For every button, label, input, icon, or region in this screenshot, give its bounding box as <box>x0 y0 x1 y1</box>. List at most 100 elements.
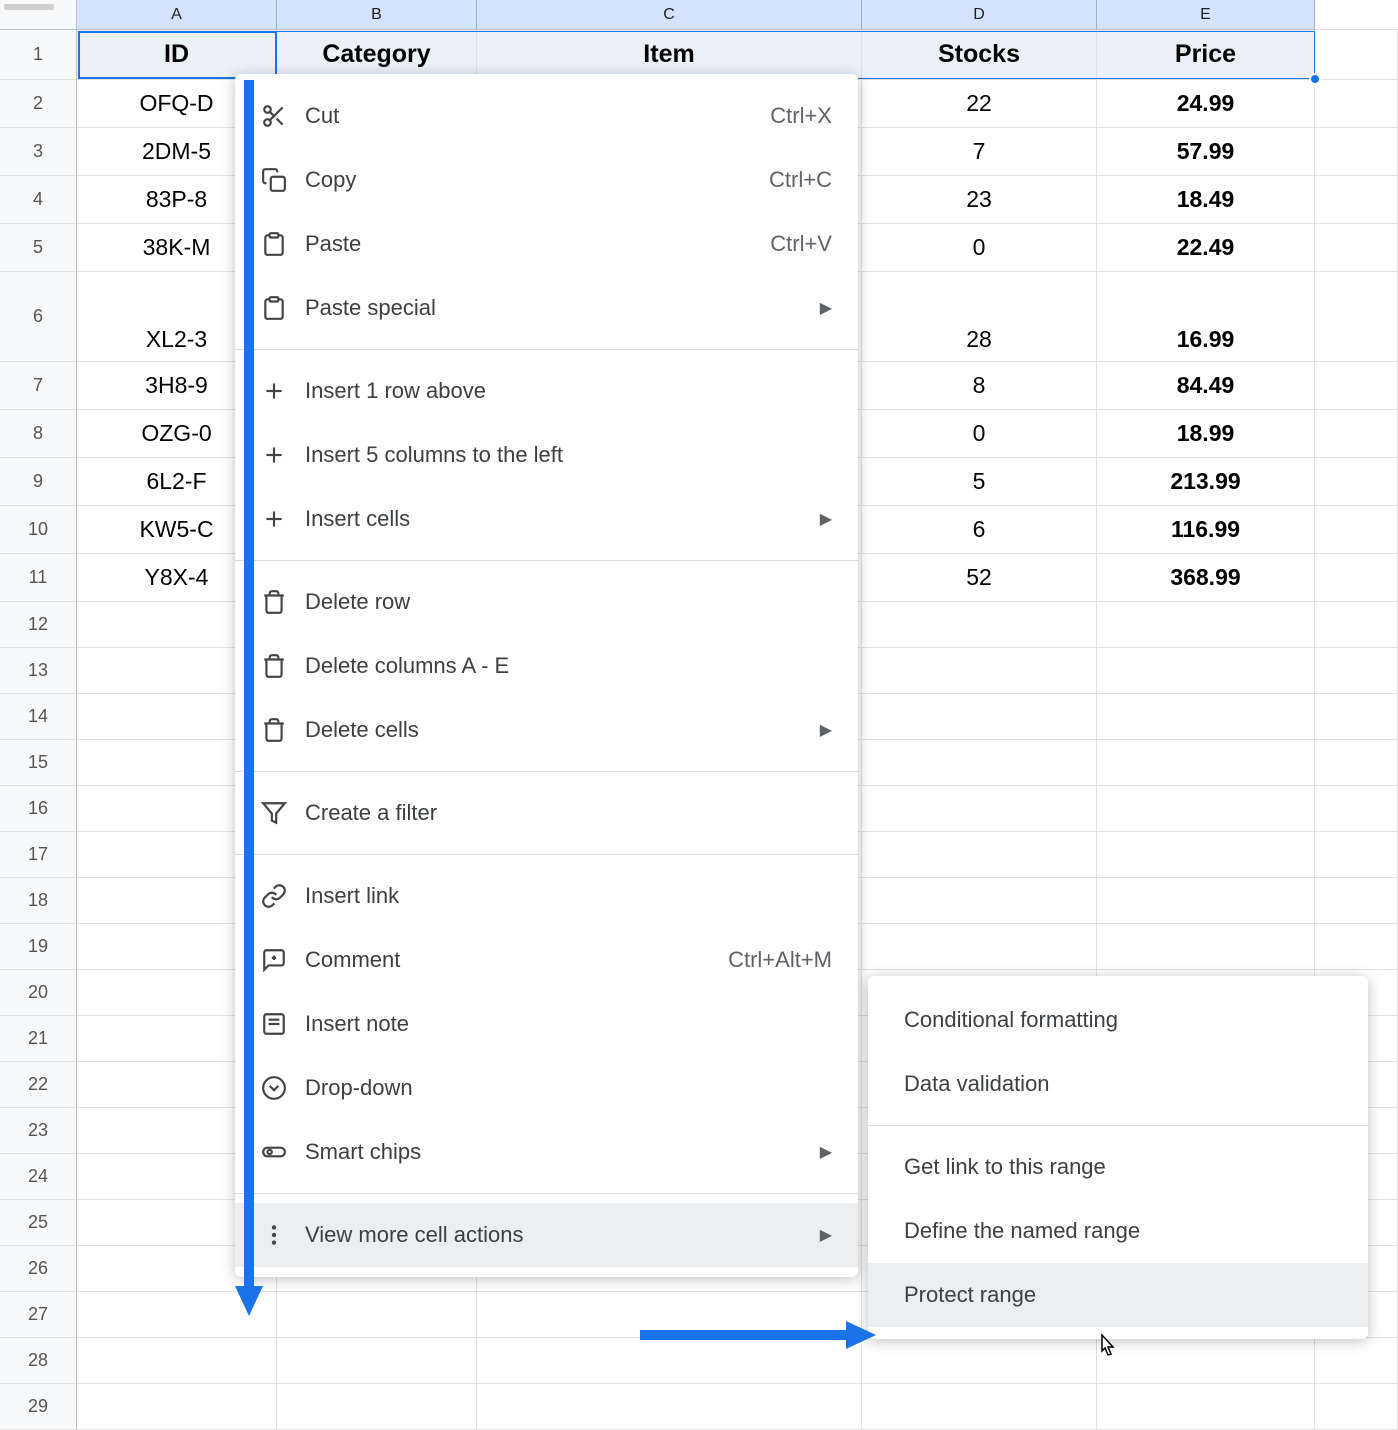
cell-D6[interactable]: 28 <box>862 272 1097 362</box>
row-header-18[interactable]: 18 <box>0 878 77 924</box>
menu-separator <box>235 771 858 772</box>
row-header-8[interactable]: 8 <box>0 410 77 458</box>
menu-cut[interactable]: Cut Ctrl+X <box>235 84 858 148</box>
cell-D7[interactable]: 8 <box>862 362 1097 410</box>
row-header-17[interactable]: 17 <box>0 832 77 878</box>
header-id[interactable]: ID <box>77 30 277 80</box>
cell-E2[interactable]: 24.99 <box>1097 80 1315 128</box>
submenu-more-actions: Conditional formatting Data validation G… <box>868 976 1368 1339</box>
row-header-9[interactable]: 9 <box>0 458 77 506</box>
submenu-get-link[interactable]: Get link to this range <box>868 1135 1368 1199</box>
menu-copy[interactable]: Copy Ctrl+C <box>235 148 858 212</box>
row-header-4[interactable]: 4 <box>0 176 77 224</box>
menu-separator <box>235 560 858 561</box>
row-header-10[interactable]: 10 <box>0 506 77 554</box>
row-header-27[interactable]: 27 <box>0 1292 77 1338</box>
menu-more-actions[interactable]: View more cell actions ▶ <box>235 1203 858 1267</box>
trash-icon <box>261 717 305 743</box>
clipboard-icon <box>261 231 305 257</box>
context-menu: Cut Ctrl+X Copy Ctrl+C Paste Ctrl+V Past… <box>235 74 858 1277</box>
row-header-1[interactable]: 1 <box>0 30 77 80</box>
row-29: 29 <box>0 1384 1398 1430</box>
chevron-right-icon: ▶ <box>820 1225 832 1245</box>
chevron-right-icon: ▶ <box>820 298 832 318</box>
cell-E7[interactable]: 84.49 <box>1097 362 1315 410</box>
cell-D8[interactable]: 0 <box>862 410 1097 458</box>
chevron-right-icon: ▶ <box>820 509 832 529</box>
header-stocks[interactable]: Stocks <box>862 30 1097 80</box>
menu-link[interactable]: Insert link <box>235 864 858 928</box>
row-28: 28 <box>0 1338 1398 1384</box>
menu-separator <box>235 349 858 350</box>
row-header-26[interactable]: 26 <box>0 1246 77 1292</box>
menu-chips[interactable]: Smart chips ▶ <box>235 1120 858 1184</box>
cell-D2[interactable]: 22 <box>862 80 1097 128</box>
header-price[interactable]: Price <box>1097 30 1315 80</box>
menu-paste[interactable]: Paste Ctrl+V <box>235 212 858 276</box>
cell-D4[interactable]: 23 <box>862 176 1097 224</box>
menu-dropdown[interactable]: Drop-down <box>235 1056 858 1120</box>
cell-D11[interactable]: 52 <box>862 554 1097 602</box>
submenu-named-range[interactable]: Define the named range <box>868 1199 1368 1263</box>
cell-E9[interactable]: 213.99 <box>1097 458 1315 506</box>
comment-icon <box>261 947 305 973</box>
row-header-20[interactable]: 20 <box>0 970 77 1016</box>
menu-filter[interactable]: Create a filter <box>235 781 858 845</box>
row-header-7[interactable]: 7 <box>0 362 77 410</box>
menu-delete-cols[interactable]: Delete columns A - E <box>235 634 858 698</box>
cell-E4[interactable]: 18.49 <box>1097 176 1315 224</box>
trash-icon <box>261 653 305 679</box>
row-header-13[interactable]: 13 <box>0 648 77 694</box>
row-header-12[interactable]: 12 <box>0 602 77 648</box>
row-header-25[interactable]: 25 <box>0 1200 77 1246</box>
col-header-E[interactable]: E <box>1097 0 1315 30</box>
row-header-2[interactable]: 2 <box>0 80 77 128</box>
menu-separator <box>235 1193 858 1194</box>
row-header-23[interactable]: 23 <box>0 1108 77 1154</box>
plus-icon <box>261 506 305 532</box>
row-header-19[interactable]: 19 <box>0 924 77 970</box>
plus-icon <box>261 378 305 404</box>
col-header-C[interactable]: C <box>477 0 862 30</box>
cell-D5[interactable]: 0 <box>862 224 1097 272</box>
menu-delete-row[interactable]: Delete row <box>235 570 858 634</box>
header-category[interactable]: Category <box>277 30 477 80</box>
row-header-15[interactable]: 15 <box>0 740 77 786</box>
header-item[interactable]: Item <box>477 30 862 80</box>
submenu-data-validation[interactable]: Data validation <box>868 1052 1368 1116</box>
menu-delete-cells[interactable]: Delete cells ▶ <box>235 698 858 762</box>
row-header-16[interactable]: 16 <box>0 786 77 832</box>
row-header-3[interactable]: 3 <box>0 128 77 176</box>
cell-D9[interactable]: 5 <box>862 458 1097 506</box>
cell-E11[interactable]: 368.99 <box>1097 554 1315 602</box>
cell-E3[interactable]: 57.99 <box>1097 128 1315 176</box>
row-header-24[interactable]: 24 <box>0 1154 77 1200</box>
col-header-A[interactable]: A <box>77 0 277 30</box>
cell-E5[interactable]: 22.49 <box>1097 224 1315 272</box>
row-header-28[interactable]: 28 <box>0 1338 77 1384</box>
menu-insert-cols[interactable]: Insert 5 columns to the left <box>235 423 858 487</box>
row-header-11[interactable]: 11 <box>0 554 77 602</box>
select-all-corner[interactable] <box>0 0 77 30</box>
cell-D10[interactable]: 6 <box>862 506 1097 554</box>
row-header-29[interactable]: 29 <box>0 1384 77 1430</box>
cell-E10[interactable]: 116.99 <box>1097 506 1315 554</box>
menu-paste-special[interactable]: Paste special ▶ <box>235 276 858 340</box>
row-header-22[interactable]: 22 <box>0 1062 77 1108</box>
menu-insert-cells[interactable]: Insert cells ▶ <box>235 487 858 551</box>
col-header-B[interactable]: B <box>277 0 477 30</box>
cell-E8[interactable]: 18.99 <box>1097 410 1315 458</box>
cell-D3[interactable]: 7 <box>862 128 1097 176</box>
menu-note[interactable]: Insert note <box>235 992 858 1056</box>
more-vertical-icon <box>261 1222 305 1248</box>
row-header-5[interactable]: 5 <box>0 224 77 272</box>
row-header-21[interactable]: 21 <box>0 1016 77 1062</box>
row-header-6[interactable]: 6 <box>0 272 77 362</box>
cell-E6[interactable]: 16.99 <box>1097 272 1315 362</box>
row-header-14[interactable]: 14 <box>0 694 77 740</box>
menu-insert-row[interactable]: Insert 1 row above <box>235 359 858 423</box>
submenu-conditional-formatting[interactable]: Conditional formatting <box>868 988 1368 1052</box>
col-header-D[interactable]: D <box>862 0 1097 30</box>
menu-comment[interactable]: Comment Ctrl+Alt+M <box>235 928 858 992</box>
submenu-protect-range[interactable]: Protect range <box>868 1263 1368 1327</box>
